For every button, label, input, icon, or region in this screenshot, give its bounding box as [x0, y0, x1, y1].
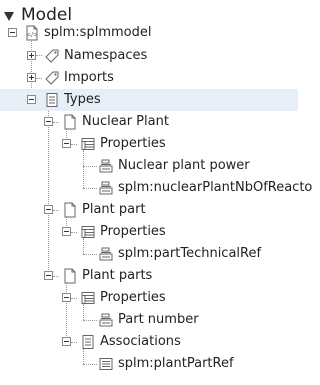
tree-item-label: Namespaces: [64, 48, 148, 63]
document-icon: [64, 114, 76, 130]
tree-item-label: Properties: [100, 136, 166, 151]
tree-item-label: Associations: [100, 334, 181, 349]
tree-item-properties[interactable]: Properties: [0, 133, 298, 155]
expand-toggle-icon[interactable]: [27, 51, 36, 60]
tree-item-label: splm:plantPartRef: [118, 356, 234, 371]
svg-text:</>: </>: [26, 32, 38, 39]
properties-table-icon: [81, 138, 95, 150]
tag-icon: [45, 49, 59, 63]
document-icon: [64, 202, 76, 218]
list-document-icon: [82, 335, 94, 349]
collapse-toggle-icon[interactable]: [62, 227, 71, 236]
association-icon: [99, 358, 113, 370]
tree-item-label: Imports: [64, 70, 114, 85]
expand-toggle-icon[interactable]: [27, 73, 36, 82]
document-icon: [64, 268, 76, 284]
tree-item-plant-part-ref[interactable]: splm:plantPartRef: [0, 353, 298, 375]
tree-item-plant-parts[interactable]: Plant parts: [0, 265, 298, 287]
model-file-icon: </>: [26, 25, 38, 41]
property-icon: [99, 181, 113, 195]
collapse-toggle-icon[interactable]: [44, 205, 53, 214]
tag-icon: [45, 71, 59, 85]
tree-item-properties[interactable]: Properties: [0, 221, 298, 243]
property-icon: [99, 313, 113, 327]
tree-item-label: Properties: [100, 224, 166, 239]
properties-table-icon: [81, 292, 95, 304]
tree-item-label: Nuclear plant power: [118, 158, 250, 173]
property-icon: [99, 247, 113, 261]
tree-item-imports[interactable]: Imports: [0, 67, 298, 89]
tree-item-nuclear-plant-power[interactable]: Nuclear plant power: [0, 155, 298, 177]
tree-item-label: Part number: [118, 312, 199, 327]
tree-item-associations[interactable]: Associations: [0, 331, 298, 353]
collapse-toggle-icon[interactable]: [62, 293, 71, 302]
tree-item-nuclear-plant-nb-of-reactors[interactable]: splm:nuclearPlantNbOfReacto: [0, 177, 312, 199]
collapse-toggle-icon[interactable]: [8, 28, 17, 37]
list-document-icon: [46, 93, 58, 107]
tree-item-label: Types: [64, 92, 101, 107]
tree-item-types[interactable]: Types: [0, 89, 298, 111]
tree-item-label: splm:nuclearPlantNbOfReacto: [118, 180, 313, 195]
collapse-toggle-icon[interactable]: [44, 271, 53, 280]
tree-item-label: Plant part: [82, 202, 146, 217]
collapse-toggle-icon[interactable]: [44, 117, 53, 126]
property-icon: [99, 159, 113, 173]
tree-item-part-technical-ref[interactable]: splm:partTechnicalRef: [0, 243, 298, 265]
collapse-toggle-icon[interactable]: [62, 337, 71, 346]
tree-item-properties[interactable]: Properties: [0, 287, 298, 309]
collapse-toggle-icon[interactable]: [62, 139, 71, 148]
tree-item-label: splm:splmmodel: [44, 25, 152, 40]
tree-item-label: splm:partTechnicalRef: [118, 246, 262, 261]
collapse-toggle-icon[interactable]: [27, 95, 36, 104]
tree-item-nuclear-plant[interactable]: Nuclear Plant: [0, 111, 298, 133]
properties-table-icon: [81, 226, 95, 238]
tree-item-namespaces[interactable]: Namespaces: [0, 45, 298, 67]
collapse-triangle-icon[interactable]: [4, 11, 14, 21]
tree-item-part-number[interactable]: Part number: [0, 309, 298, 331]
tree-item-plant-part[interactable]: Plant part: [0, 199, 298, 221]
tree-item-splmmodel[interactable]: </> splm:splmmodel: [0, 22, 298, 44]
tree-item-label: Plant parts: [82, 268, 153, 283]
tree-item-label: Nuclear Plant: [82, 114, 169, 129]
tree-item-label: Properties: [100, 290, 166, 305]
